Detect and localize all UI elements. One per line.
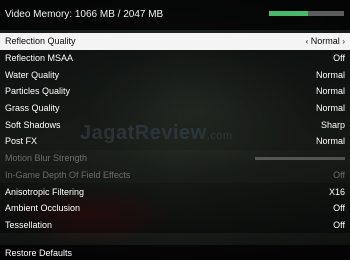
setting-value: Normal — [310, 36, 340, 47]
setting-label: Motion Blur Strength — [5, 153, 88, 164]
setting-soft-shadows[interactable]: Soft Shadows Sharp — [0, 116, 350, 134]
video-memory-bar-fill — [269, 11, 308, 16]
setting-label: Particles Quality — [5, 86, 71, 97]
restore-defaults-label: Restore Defaults — [5, 247, 73, 258]
setting-particles-quality[interactable]: Particles Quality Normal — [0, 83, 350, 100]
setting-value: Off — [333, 169, 345, 180]
setting-label: Tessellation — [5, 219, 53, 230]
motion-blur-slider — [255, 156, 345, 160]
setting-value-selector[interactable]: ‹ Normal › — [306, 36, 345, 46]
restore-defaults-button[interactable]: Restore Defaults — [0, 245, 350, 260]
setting-anisotropic-filtering[interactable]: Anisotropic Filtering X16 — [0, 183, 350, 200]
setting-label: Reflection MSAA — [5, 53, 74, 64]
setting-ambient-occlusion[interactable]: Ambient Occlusion Off — [0, 199, 350, 217]
setting-reflection-msaa[interactable]: Reflection MSAA Off — [0, 49, 350, 67]
setting-value: Off — [333, 219, 345, 230]
setting-water-quality[interactable]: Water Quality Normal — [0, 66, 350, 84]
video-memory-header: Video Memory: 1066 MB / 2047 MB — [0, 0, 350, 30]
setting-reflection-quality[interactable]: Reflection Quality ‹ Normal › — [0, 33, 350, 50]
setting-value: Normal — [315, 103, 345, 114]
setting-value: Normal — [315, 136, 345, 147]
setting-tessellation[interactable]: Tessellation Off — [0, 216, 350, 234]
video-memory-bar — [269, 11, 344, 16]
setting-grass-quality[interactable]: Grass Quality Normal — [0, 99, 350, 117]
setting-post-fx[interactable]: Post FX Normal — [0, 133, 350, 150]
arrow-right-icon[interactable]: › — [342, 37, 345, 46]
setting-label: Water Quality — [5, 69, 60, 80]
setting-label: Ambient Occlusion — [5, 203, 81, 214]
setting-depth-of-field: In-Game Depth Of Field Effects Off — [0, 166, 350, 184]
arrow-left-icon[interactable]: ‹ — [306, 37, 309, 46]
setting-value: Off — [333, 53, 345, 64]
setting-label: Soft Shadows — [5, 119, 61, 130]
setting-value: X16 — [328, 186, 345, 197]
setting-value: Sharp — [320, 119, 345, 130]
setting-label: Grass Quality — [5, 103, 60, 114]
setting-label: Anisotropic Filtering — [5, 186, 85, 197]
setting-value: Off — [333, 203, 345, 214]
setting-value: Normal — [315, 86, 345, 97]
setting-value: Normal — [315, 69, 345, 80]
setting-label: Post FX — [5, 136, 38, 147]
graphics-settings-list: Reflection Quality ‹ Normal › Reflection… — [0, 33, 350, 234]
video-memory-label: Video Memory: 1066 MB / 2047 MB — [5, 9, 164, 20]
setting-label: Reflection Quality — [5, 36, 76, 47]
setting-motion-blur-strength: Motion Blur Strength — [0, 149, 350, 167]
setting-label: In-Game Depth Of Field Effects — [5, 169, 131, 180]
